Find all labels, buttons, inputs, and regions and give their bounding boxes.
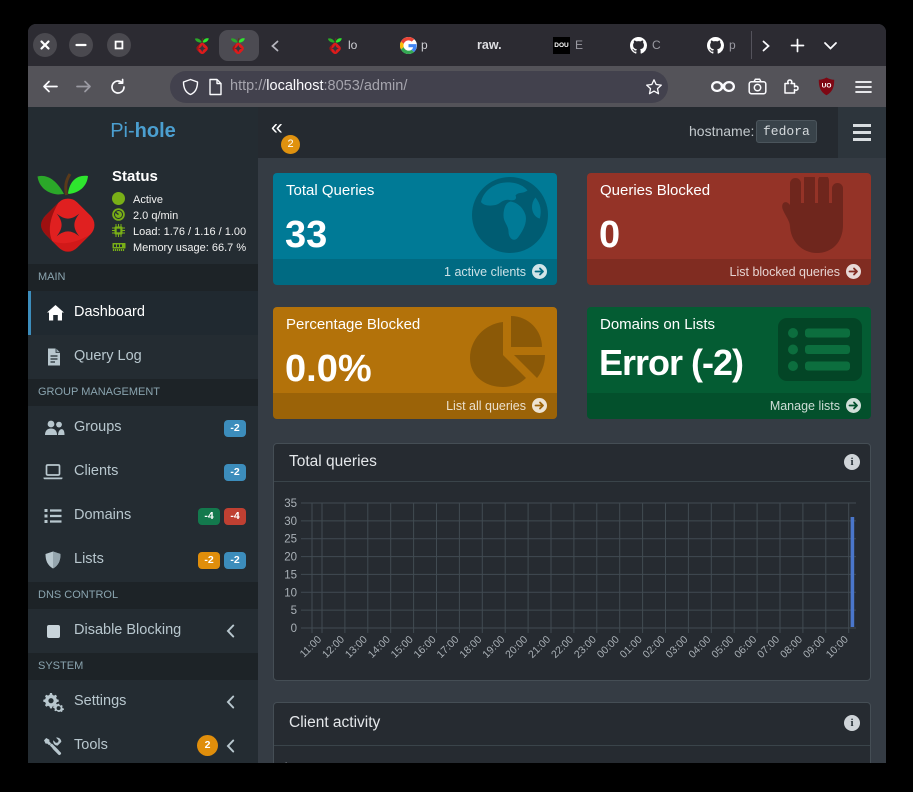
svg-text:11:00: 11:00 <box>298 634 325 661</box>
svg-text:10:00: 10:00 <box>824 634 851 661</box>
svg-text:25: 25 <box>284 534 297 546</box>
svg-text:03:00: 03:00 <box>663 634 690 661</box>
svg-text:UO: UO <box>822 83 832 90</box>
svg-text:01:00: 01:00 <box>618 634 645 661</box>
svg-text:02:00: 02:00 <box>641 634 668 661</box>
svg-text:12:00: 12:00 <box>320 634 347 661</box>
svg-text:18:00: 18:00 <box>457 634 484 661</box>
svg-text:5: 5 <box>291 605 297 617</box>
svg-text:13:00: 13:00 <box>343 634 370 661</box>
svg-text:15: 15 <box>284 569 297 581</box>
svg-text:20: 20 <box>284 552 297 564</box>
svg-text:30: 30 <box>284 516 297 528</box>
svg-text:15:00: 15:00 <box>389 634 416 661</box>
svg-text:05:00: 05:00 <box>709 634 736 661</box>
svg-text:19:00: 19:00 <box>480 634 507 661</box>
svg-text:23:00: 23:00 <box>572 634 599 661</box>
svg-text:07:00: 07:00 <box>755 634 782 661</box>
svg-text:04:00: 04:00 <box>686 634 713 661</box>
svg-text:06:00: 06:00 <box>732 634 759 661</box>
svg-text:10: 10 <box>284 587 297 599</box>
svg-text:35: 35 <box>284 498 297 510</box>
svg-text:09:00: 09:00 <box>801 634 828 661</box>
svg-text:16:00: 16:00 <box>412 634 439 661</box>
svg-text:22:00: 22:00 <box>549 634 576 661</box>
svg-text:21:00: 21:00 <box>526 634 553 661</box>
svg-text:20:00: 20:00 <box>503 634 530 661</box>
svg-text:14:00: 14:00 <box>366 634 393 661</box>
svg-text:17:00: 17:00 <box>434 634 461 661</box>
svg-text:0: 0 <box>291 623 297 635</box>
svg-text:00:00: 00:00 <box>595 634 622 661</box>
svg-text:08:00: 08:00 <box>778 634 805 661</box>
